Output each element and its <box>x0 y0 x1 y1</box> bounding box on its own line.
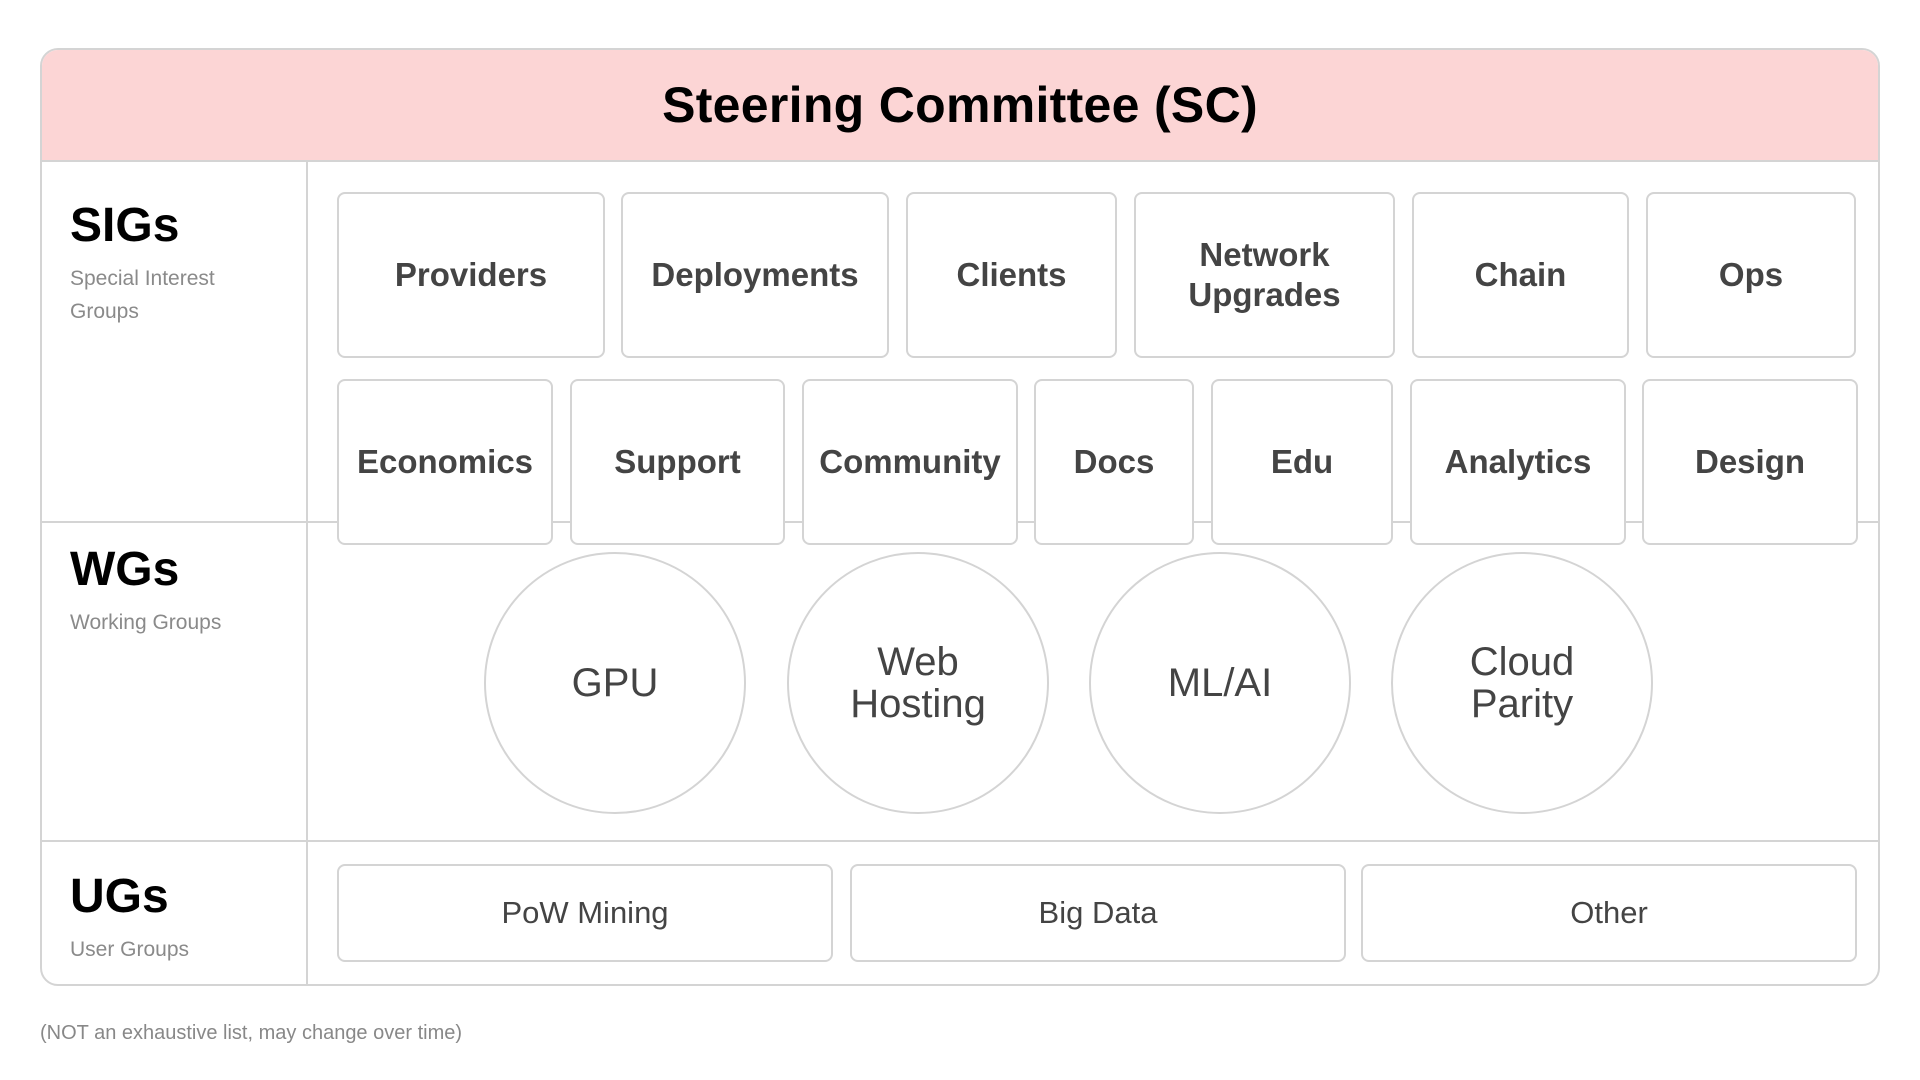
sig-support[interactable]: Support <box>570 379 785 545</box>
wgs-label: WGs Working Groups <box>70 546 250 639</box>
ugs-subtitle: User Groups <box>70 938 190 961</box>
ug-big-data[interactable]: Big Data <box>850 864 1346 962</box>
sig-deployments[interactable]: Deployments <box>621 192 889 358</box>
sig-chain[interactable]: Chain <box>1412 192 1629 358</box>
sigs-title: SIGs <box>70 199 180 252</box>
sigs-subtitle: Special Interest Groups <box>70 267 215 323</box>
sig-design[interactable]: Design <box>1642 379 1858 545</box>
governance-diagram: Steering Committee (SC) SIGs Special Int… <box>40 48 1880 986</box>
sig-edu[interactable]: Edu <box>1211 379 1393 545</box>
sig-docs[interactable]: Docs <box>1034 379 1194 545</box>
sigs-label: SIGs Special Interest Groups <box>70 202 250 328</box>
sig-analytics[interactable]: Analytics <box>1410 379 1626 545</box>
wg-ml-ai[interactable]: ML/AI <box>1089 552 1351 814</box>
ugs-label: UGs User Groups <box>70 873 250 966</box>
sig-economics[interactable]: Economics <box>337 379 553 545</box>
sig-ops[interactable]: Ops <box>1646 192 1856 358</box>
sig-clients[interactable]: Clients <box>906 192 1117 358</box>
ugs-title: UGs <box>70 870 169 923</box>
steering-committee-title: Steering Committee (SC) <box>662 77 1258 133</box>
footnote: (NOT an exhaustive list, may change over… <box>40 1022 463 1044</box>
wgs-title: WGs <box>70 543 180 596</box>
sig-providers[interactable]: Providers <box>337 192 605 358</box>
column-divider <box>306 160 308 984</box>
wg-web-hosting[interactable]: Web Hosting <box>787 552 1049 814</box>
wgs-subtitle: Working Groups <box>70 611 222 634</box>
sig-community[interactable]: Community <box>802 379 1018 545</box>
wg-ug-divider <box>42 840 1878 842</box>
steering-committee-header: Steering Committee (SC) <box>42 50 1878 162</box>
ug-other[interactable]: Other <box>1361 864 1857 962</box>
wg-cloud-parity[interactable]: Cloud Parity <box>1391 552 1653 814</box>
wg-gpu[interactable]: GPU <box>484 552 746 814</box>
ug-pow-mining[interactable]: PoW Mining <box>337 864 833 962</box>
sig-network-upgrades[interactable]: Network Upgrades <box>1134 192 1395 358</box>
